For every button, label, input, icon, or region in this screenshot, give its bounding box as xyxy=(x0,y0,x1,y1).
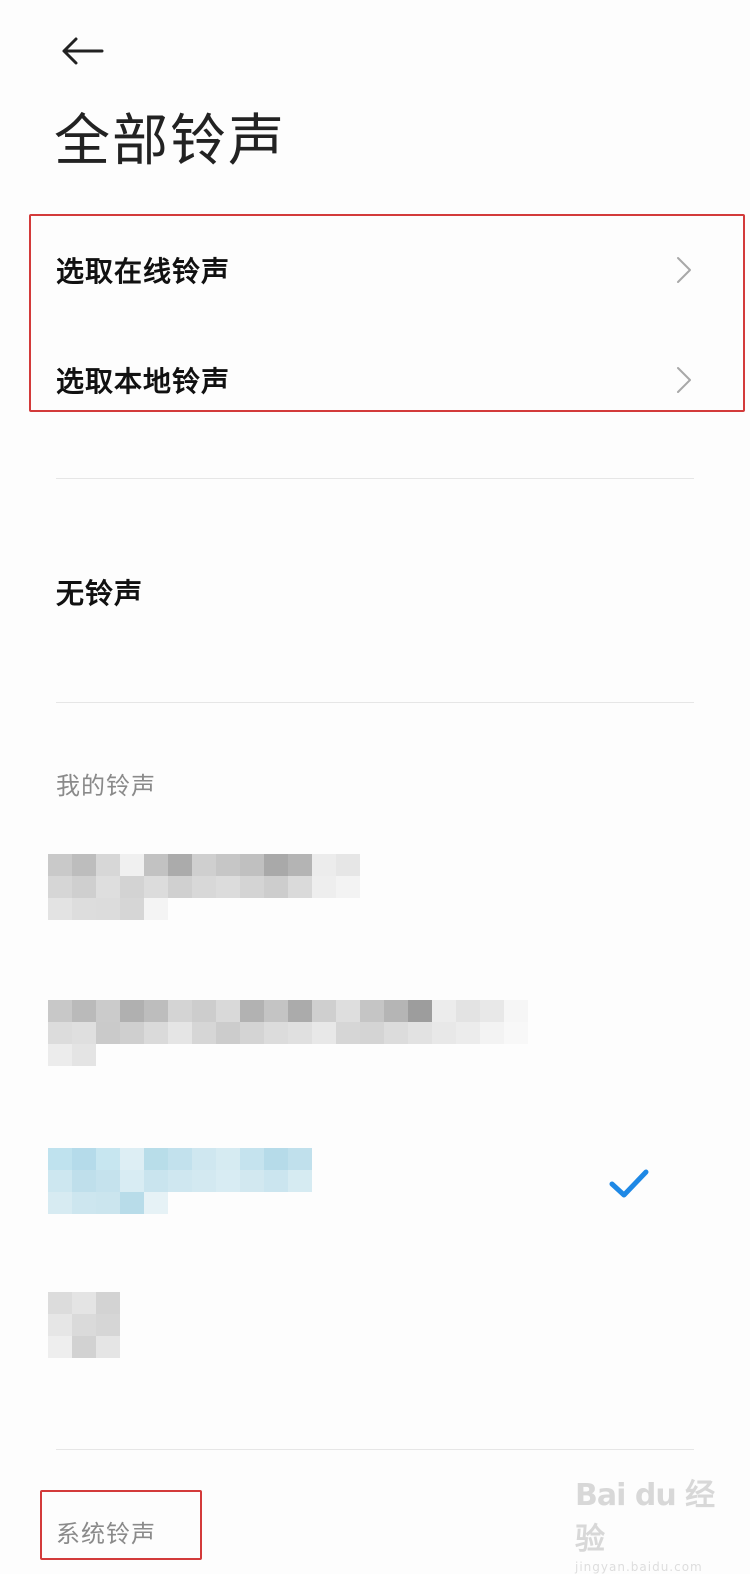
select-online-ringtone-label: 选取在线铃声 xyxy=(56,255,231,288)
system-ringtones-section-label: 系统铃声 xyxy=(56,1520,156,1548)
arrow-left-icon xyxy=(62,37,104,65)
my-ringtone-item-1[interactable] xyxy=(0,840,750,950)
chevron-right-icon xyxy=(677,257,691,283)
pixelated-ringtone-name xyxy=(48,1292,120,1358)
page-title: 全部铃声 xyxy=(54,109,286,174)
pixelated-ringtone-name xyxy=(48,854,360,920)
select-local-ringtone-row[interactable]: 选取本地铃声 xyxy=(0,330,750,430)
select-online-ringtone-row[interactable]: 选取在线铃声 xyxy=(0,222,750,318)
chevron-right-icon xyxy=(677,367,691,393)
baidu-jingyan-watermark: Bai du 经验 jingyan.baidu.com xyxy=(575,1470,725,1574)
pixelated-ringtone-name xyxy=(48,1148,312,1214)
my-ringtone-item-2[interactable] xyxy=(0,988,750,1098)
pixelated-ringtone-name xyxy=(48,1000,528,1066)
back-button[interactable] xyxy=(52,28,112,74)
watermark-url: jingyan.baidu.com xyxy=(575,1560,703,1574)
checkmark-icon xyxy=(609,1169,649,1198)
my-ringtone-item-3-selected[interactable] xyxy=(0,1134,750,1244)
divider xyxy=(56,702,694,703)
select-local-ringtone-label: 选取本地铃声 xyxy=(56,365,231,398)
my-ringtone-item-4[interactable] xyxy=(0,1280,750,1390)
my-ringtones-section-label: 我的铃声 xyxy=(56,772,156,800)
no-ringtone-row[interactable]: 无铃声 xyxy=(0,540,750,644)
no-ringtone-label: 无铃声 xyxy=(56,577,144,610)
divider xyxy=(56,1449,694,1450)
divider xyxy=(56,478,694,479)
watermark-logo: Bai du 经验 xyxy=(575,1478,715,1557)
